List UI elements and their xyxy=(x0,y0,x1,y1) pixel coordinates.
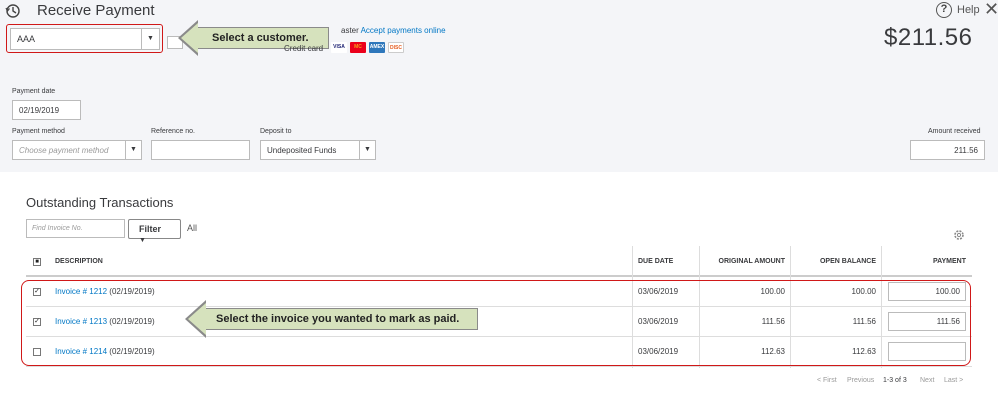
payment-method-label: Payment method xyxy=(12,128,65,135)
filter-button[interactable]: Filter ▼ xyxy=(128,219,181,244)
page-title: Receive Payment xyxy=(37,2,155,19)
section-title: Outstanding Transactions xyxy=(26,195,174,210)
amount-received-value: 211.56 xyxy=(954,146,978,155)
col-open-balance: OPEN BALANCE xyxy=(819,258,876,265)
filter-all-label: All xyxy=(187,223,198,233)
promo-partial-text: aster xyxy=(341,26,359,35)
chevron-down-icon[interactable]: ▼ xyxy=(125,141,141,159)
callout-arrow-fill xyxy=(181,23,198,53)
pager-next[interactable]: Next xyxy=(920,377,934,384)
reference-field[interactable] xyxy=(151,140,250,160)
payments-promo: aster Accept payments online xyxy=(341,26,446,35)
col-original-amount: ORIGINAL AMOUNT xyxy=(718,258,786,265)
credit-card-label: Credit card xyxy=(284,44,324,53)
deposit-to-value: Undeposited Funds xyxy=(267,146,337,155)
deposit-to-select[interactable]: Undeposited Funds ▼ xyxy=(260,140,376,160)
table-header: ■ DESCRIPTION DUE DATE ORIGINAL AMOUNT O… xyxy=(26,246,972,277)
col-due-date: DUE DATE xyxy=(638,258,674,265)
col-description: DESCRIPTION xyxy=(55,258,103,265)
payment-method-placeholder: Choose payment method xyxy=(19,146,109,155)
amex-icon: AMEX xyxy=(369,42,385,53)
pager-last[interactable]: Last > xyxy=(944,377,963,384)
find-invoice-input[interactable]: Find Invoice No. xyxy=(26,219,125,238)
deposit-to-label: Deposit to xyxy=(260,128,292,135)
customer-highlight-box xyxy=(6,24,163,53)
invoices-highlight-box xyxy=(21,280,971,366)
payment-method-select[interactable]: Choose payment method ▼ xyxy=(12,140,142,160)
pager-range: 1-3 of 3 xyxy=(883,377,907,384)
help-icon[interactable]: ? xyxy=(936,2,952,18)
amount-received-label: Amount received xyxy=(928,128,981,135)
amount-received-field[interactable]: 211.56 xyxy=(910,140,985,160)
invoice-callout-text: Select the invoice you wanted to mark as… xyxy=(216,313,460,325)
filter-label: Filter xyxy=(139,224,162,234)
reference-label: Reference no. xyxy=(151,128,195,135)
gear-icon[interactable] xyxy=(953,229,965,241)
history-icon[interactable] xyxy=(5,3,21,19)
visa-icon: VISA xyxy=(331,42,347,53)
payment-date-field[interactable]: 02/19/2019 xyxy=(12,100,81,120)
card-logos: VISA MC AMEX DISC xyxy=(331,42,404,53)
help-link[interactable]: Help xyxy=(957,4,980,16)
customer-callout-text: Select a customer. xyxy=(212,32,309,44)
col-payment: PAYMENT xyxy=(932,258,966,265)
payment-date-label: Payment date xyxy=(12,88,56,95)
chevron-down-icon[interactable]: ▼ xyxy=(359,141,375,159)
callout-arrow-fill xyxy=(188,303,206,335)
select-all-checkbox[interactable]: ■ xyxy=(33,258,41,266)
accept-payments-link[interactable]: Accept payments online xyxy=(361,26,446,35)
close-icon[interactable]: ✕ xyxy=(984,0,998,18)
amount-received-display: $211.56 xyxy=(884,24,973,51)
discover-icon: DISC xyxy=(388,42,404,53)
invoice-callout: Select the invoice you wanted to mark as… xyxy=(205,308,478,330)
pager-previous[interactable]: Previous xyxy=(847,377,874,384)
payment-date-value: 02/19/2019 xyxy=(19,106,60,115)
mastercard-icon: MC xyxy=(350,42,366,53)
pager-first[interactable]: < First xyxy=(817,377,837,384)
chevron-down-icon: ▼ xyxy=(139,237,146,244)
